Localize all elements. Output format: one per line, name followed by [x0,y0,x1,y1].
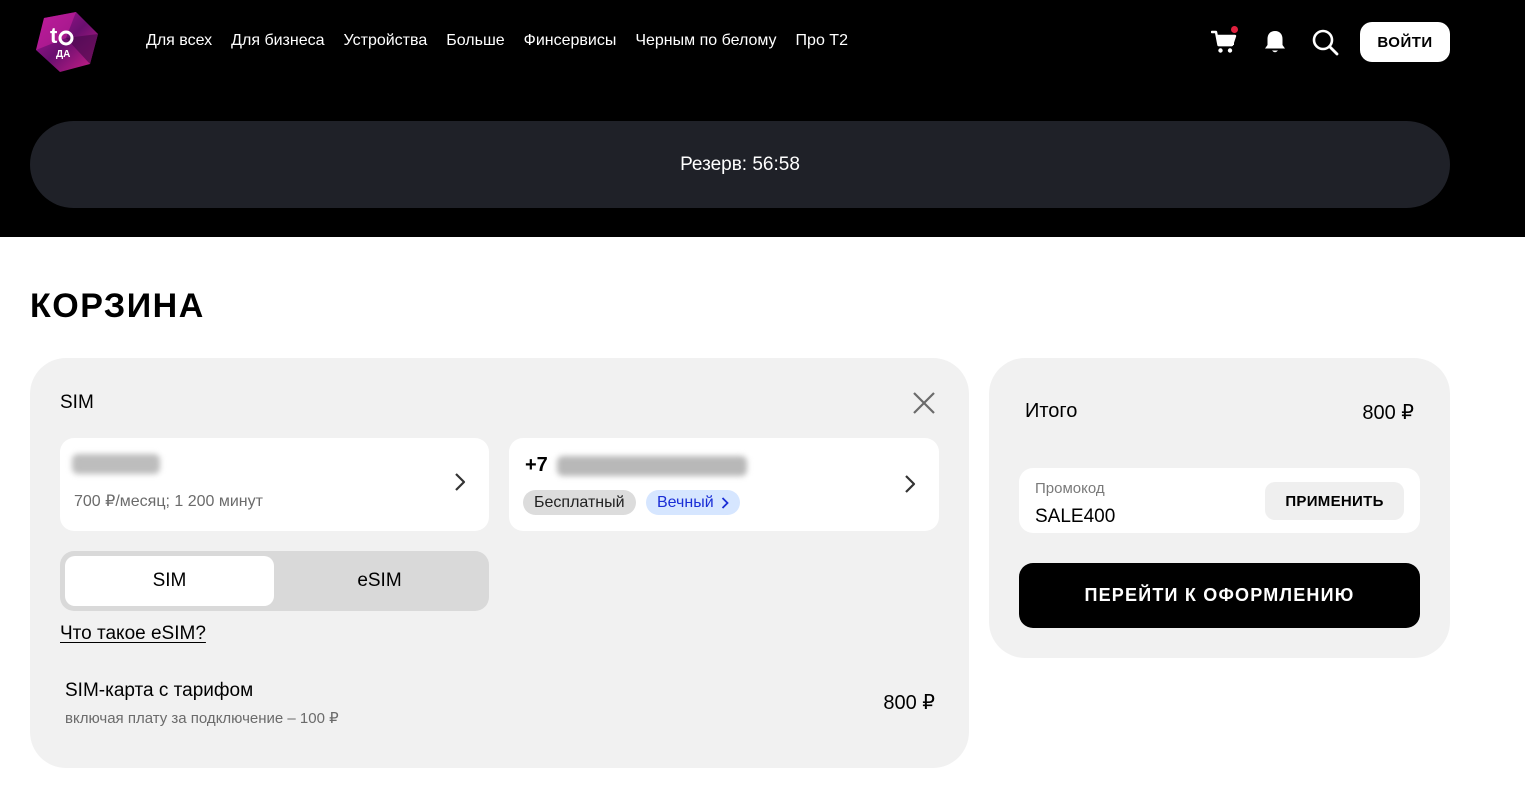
promo-code-input[interactable] [1035,506,1235,528]
page-title: КОРЗИНА [30,287,205,325]
total-value: 800 ₽ [1362,402,1414,424]
bell-icon [1265,31,1285,53]
header: t ДА Для всех Для бизнеса Устройства Бол… [0,0,1525,237]
chevron-right-icon [455,473,466,491]
remove-item-button[interactable] [909,388,939,418]
nav-item-more[interactable]: Больше [446,31,504,51]
tariff-details: 700 ₽/месяц; 1 200 минут [74,493,263,510]
cart-item-label: SIM [60,392,94,413]
line-item-subtitle: включая плату за подключение – 100 ₽ [65,710,339,727]
cart-item-card: SIM 700 ₽/месяц; 1 200 минут +7 Бесплатн… [30,358,969,768]
cart-notification-dot [1230,25,1239,34]
checkout-button[interactable]: ПЕРЕЙТИ К ОФОРМЛЕНИЮ [1019,563,1420,628]
header-actions: ВОЙТИ [1209,22,1450,62]
svg-text:ДА: ДА [56,49,70,60]
nav-item-devices[interactable]: Устройства [344,31,428,51]
sim-type-toggle: SIM eSIM [60,551,489,611]
promo-code-box: Промокод ПРИМЕНИТЬ [1019,468,1420,533]
tariff-name-blurred [72,454,160,474]
notifications-button[interactable] [1260,27,1290,57]
main-nav: Для всех Для бизнеса Устройства Больше Ф… [146,31,848,51]
badge-free: Бесплатный [523,490,636,515]
badge-eternal-label: Вечный [657,493,714,511]
total-label: Итого [1025,400,1078,422]
line-item-title: SIM-карта с тарифом [65,680,254,701]
apply-promo-button[interactable]: ПРИМЕНИТЬ [1265,482,1404,520]
nav-item-business[interactable]: Для бизнеса [231,31,324,51]
phone-number-selector[interactable]: +7 Бесплатный Вечный [509,438,939,531]
chevron-right-icon [721,496,729,509]
logo-icon[interactable]: t ДА [36,12,98,72]
chevron-right-icon [905,475,916,493]
cart-button[interactable] [1209,25,1239,57]
nav-item-for-all[interactable]: Для всех [146,31,212,51]
phone-number-blurred [557,456,747,476]
nav-item-about[interactable]: Про Т2 [796,31,848,51]
number-prefix: +7 [525,454,548,476]
badge-eternal[interactable]: Вечный [646,490,740,515]
toggle-esim[interactable]: eSIM [275,556,484,606]
what-is-esim-link[interactable]: Что такое eSIM? [60,623,206,645]
login-button[interactable]: ВОЙТИ [1360,22,1450,62]
reserve-timer-bar: Резерв: 56:58 [30,121,1450,208]
svg-text:t: t [50,23,58,48]
promo-code-label: Промокод [1035,480,1105,497]
toggle-sim[interactable]: SIM [65,556,274,606]
line-item-price: 800 ₽ [883,692,935,714]
search-icon [1312,29,1339,56]
reserve-timer: Резерв: 56:58 [680,153,800,175]
tariff-selector[interactable]: 700 ₽/месяц; 1 200 минут [60,438,489,531]
order-summary-card: Итого 800 ₽ Промокод ПРИМЕНИТЬ ПЕРЕЙТИ К… [989,358,1450,658]
nav-item-finservices[interactable]: Финсервисы [524,31,617,51]
close-icon [913,392,935,414]
search-button[interactable] [1310,27,1340,57]
nav-item-black-on-white[interactable]: Черным по белому [635,31,776,51]
